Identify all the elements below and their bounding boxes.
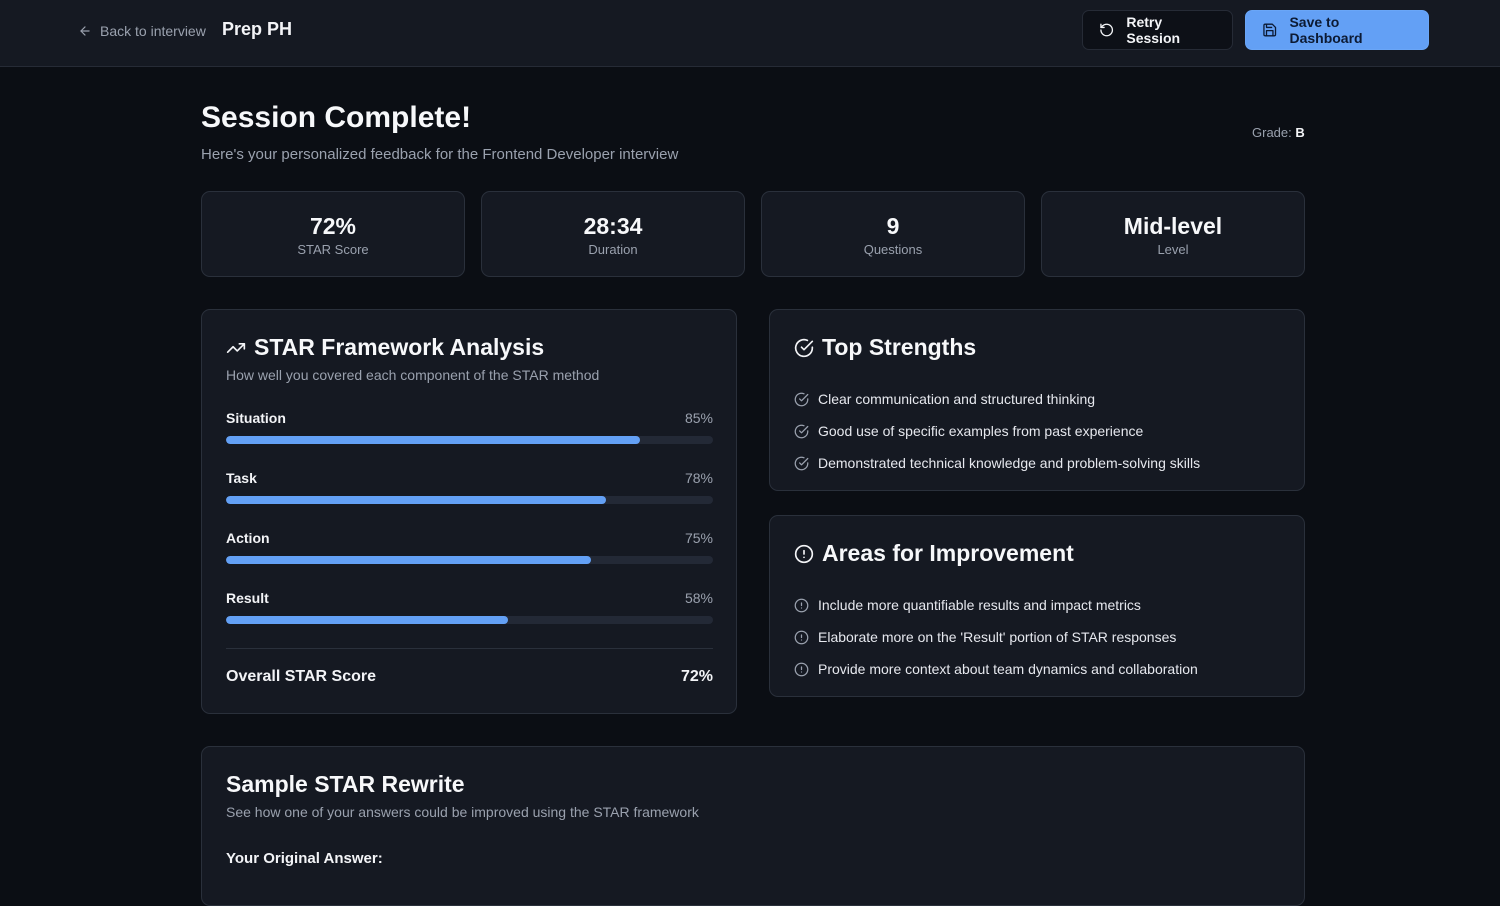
divider bbox=[226, 648, 713, 649]
progress-fill bbox=[226, 556, 592, 564]
improvement-title-text: Areas for Improvement bbox=[822, 540, 1074, 566]
stat-value: 9 bbox=[886, 213, 900, 239]
progress-track bbox=[226, 436, 713, 444]
star-analysis-card: STAR Framework Analysis How well you cov… bbox=[201, 309, 737, 714]
rotate-ccw-icon bbox=[1100, 23, 1114, 37]
progress-track bbox=[226, 616, 713, 624]
retry-session-label: Retry Session bbox=[1126, 14, 1181, 46]
top-strengths-title-text: Top Strengths bbox=[822, 334, 977, 360]
overall-score-label: Overall STAR Score bbox=[226, 668, 376, 685]
rewrite-title: Sample STAR Rewrite bbox=[226, 771, 465, 797]
improvement-text: Elaborate more on the 'Result' portion o… bbox=[818, 629, 1177, 645]
list-item: Elaborate more on the 'Result' portion o… bbox=[794, 621, 1280, 653]
list-item: Demonstrated technical knowledge and pro… bbox=[794, 447, 1280, 479]
stat-label: Duration bbox=[588, 242, 638, 257]
grade-label: Grade: bbox=[1252, 125, 1292, 140]
star-component-situation: Situation 85% bbox=[226, 410, 713, 444]
component-percent: 85% bbox=[684, 410, 713, 426]
retry-session-button[interactable]: Retry Session bbox=[1082, 10, 1233, 50]
grade-value: B bbox=[1295, 125, 1305, 140]
overall-star-score: Overall STAR Score 72% bbox=[226, 668, 713, 686]
list-item: Good use of specific examples from past … bbox=[794, 415, 1280, 447]
stat-value: Mid-level bbox=[1123, 213, 1223, 239]
progress-fill bbox=[226, 616, 509, 624]
overall-score-value: 72% bbox=[680, 668, 713, 685]
component-percent: 58% bbox=[684, 590, 713, 606]
back-to-interview-link[interactable]: Back to interview bbox=[78, 21, 206, 41]
star-component-result: Result 58% bbox=[226, 590, 713, 624]
save-icon bbox=[1263, 23, 1277, 37]
brand-name: Prep PH bbox=[222, 19, 293, 39]
improvement-text: Include more quantifiable results and im… bbox=[818, 597, 1141, 613]
page-title: Session Complete! bbox=[201, 101, 472, 134]
stat-card-level: Mid-level Level bbox=[1041, 191, 1305, 277]
component-name: Action bbox=[226, 530, 270, 546]
component-percent: 78% bbox=[684, 470, 713, 486]
back-link-label[interactable]: Back to interview bbox=[100, 23, 206, 39]
progress-track bbox=[226, 556, 713, 564]
rewrite-subtitle: See how one of your answers could be imp… bbox=[226, 804, 699, 820]
stat-label: Level bbox=[1157, 242, 1189, 257]
check-circle-icon bbox=[794, 424, 809, 438]
stat-label: STAR Score bbox=[297, 242, 369, 257]
alert-circle-icon bbox=[794, 544, 814, 563]
component-percent: 75% bbox=[684, 530, 713, 546]
progress-track bbox=[226, 496, 713, 504]
stat-card-questions: 9 Questions bbox=[761, 191, 1025, 277]
check-circle-icon bbox=[794, 338, 814, 357]
alert-circle-icon bbox=[794, 630, 809, 644]
strength-text: Good use of specific examples from past … bbox=[818, 423, 1144, 439]
top-strengths-title: Top Strengths bbox=[794, 334, 1280, 361]
original-answer-label: Your Original Answer: bbox=[226, 850, 383, 867]
alert-circle-icon bbox=[794, 598, 809, 612]
improvement-title: Areas for Improvement bbox=[794, 540, 1280, 567]
list-item: Include more quantifiable results and im… bbox=[794, 589, 1280, 621]
improvement-text: Provide more context about team dynamics… bbox=[818, 661, 1198, 677]
list-item: Provide more context about team dynamics… bbox=[794, 653, 1280, 685]
save-to-dashboard-button[interactable]: Save to Dashboard bbox=[1245, 10, 1429, 50]
strengths-list: Clear communication and structured think… bbox=[794, 383, 1280, 479]
stat-label: Questions bbox=[863, 242, 923, 257]
page-subtitle: Here's your personalized feedback for th… bbox=[201, 146, 679, 163]
trending-up-icon bbox=[226, 342, 246, 353]
sample-star-rewrite-card: Sample STAR Rewrite See how one of your … bbox=[201, 746, 1305, 906]
arrow-left-icon bbox=[80, 26, 90, 36]
grade-indicator: Grade: B bbox=[1252, 125, 1305, 140]
alert-circle-icon bbox=[794, 662, 809, 676]
stat-value: 72% bbox=[309, 213, 357, 239]
improvements-list: Include more quantifiable results and im… bbox=[794, 589, 1280, 685]
save-to-dashboard-label: Save to Dashboard bbox=[1289, 14, 1363, 46]
progress-fill bbox=[226, 436, 640, 444]
star-analysis-title: STAR Framework Analysis bbox=[226, 334, 712, 361]
stat-card-duration: 28:34 Duration bbox=[481, 191, 745, 277]
top-bar: Back to interview Prep PH Retry Session … bbox=[0, 0, 1500, 67]
areas-for-improvement-card: Areas for Improvement Include more quant… bbox=[769, 515, 1305, 697]
progress-fill bbox=[226, 496, 606, 504]
top-strengths-card: Top Strengths Clear communication and st… bbox=[769, 309, 1305, 491]
list-item: Clear communication and structured think… bbox=[794, 383, 1280, 415]
strength-text: Demonstrated technical knowledge and pro… bbox=[818, 455, 1201, 471]
component-name: Task bbox=[226, 470, 257, 486]
stat-card-star-score: 72% STAR Score bbox=[201, 191, 465, 277]
star-component-action: Action 75% bbox=[226, 530, 713, 564]
check-circle-icon bbox=[794, 392, 809, 406]
star-component-task: Task 78% bbox=[226, 470, 713, 504]
component-name: Situation bbox=[226, 410, 286, 426]
component-name: Result bbox=[226, 590, 269, 606]
check-circle-icon bbox=[794, 456, 809, 470]
star-analysis-subtitle: How well you covered each component of t… bbox=[226, 367, 600, 383]
strength-text: Clear communication and structured think… bbox=[818, 391, 1096, 407]
stat-value: 28:34 bbox=[583, 213, 643, 239]
star-analysis-title-text: STAR Framework Analysis bbox=[254, 334, 545, 360]
